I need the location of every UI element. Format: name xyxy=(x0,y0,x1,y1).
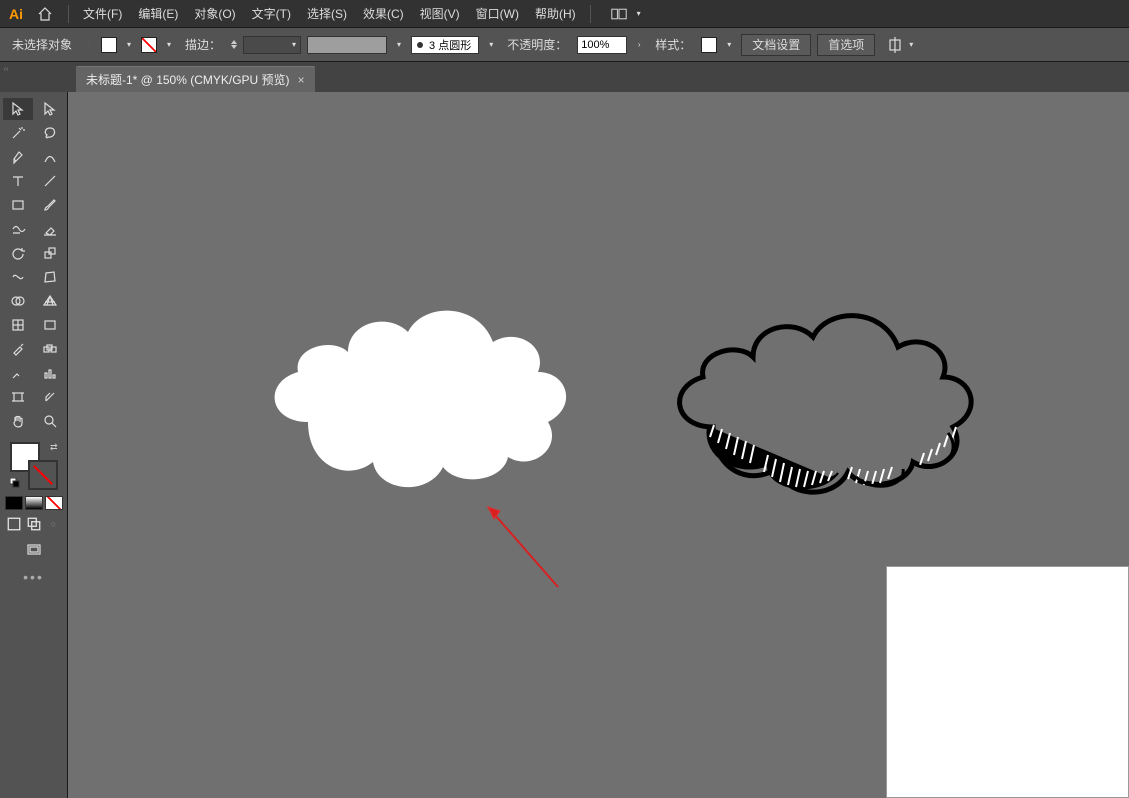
default-colors-icon[interactable] xyxy=(10,478,20,490)
menu-type[interactable]: 文字(T) xyxy=(244,0,299,28)
menu-view[interactable]: 视图(V) xyxy=(412,0,468,28)
draw-normal[interactable] xyxy=(5,516,23,532)
stroke-weight-dropdown[interactable]: ▾ xyxy=(243,36,301,54)
draw-mode-row: ○ xyxy=(5,516,63,532)
shaper-tool[interactable] xyxy=(3,218,33,240)
brush-definition[interactable] xyxy=(307,36,387,54)
paintbrush-tool[interactable] xyxy=(35,194,65,216)
draw-inside[interactable]: ○ xyxy=(45,516,63,532)
width-tool[interactable] xyxy=(3,266,33,288)
red-arrow-annotation xyxy=(478,497,568,597)
color-mode-none[interactable] xyxy=(45,496,63,510)
stroke-style-value[interactable]: 3 点圆形 xyxy=(425,37,475,53)
menu-edit[interactable]: 编辑(E) xyxy=(130,0,186,28)
screen-mode[interactable] xyxy=(26,542,42,561)
opacity-dropdown-icon[interactable]: › xyxy=(633,36,645,54)
menu-select[interactable]: 选择(S) xyxy=(299,0,355,28)
swap-colors-icon[interactable]: ⇄ xyxy=(50,442,58,453)
document-tab-title: 未标题-1* @ 150% (CMYK/GPU 预览) xyxy=(86,71,290,88)
separator xyxy=(590,5,591,23)
shape-builder-tool[interactable] xyxy=(3,290,33,312)
main-area: ⇄ ○ ••• xyxy=(0,92,1129,798)
document-tabs: ‹‹ 未标题-1* @ 150% (CMYK/GPU 预览) × xyxy=(0,62,1129,92)
line-segment-tool[interactable] xyxy=(35,170,65,192)
artboard[interactable] xyxy=(886,566,1129,798)
color-mode-solid[interactable] xyxy=(5,496,23,510)
menu-bar: Ai 文件(F) 编辑(E) 对象(O) 文字(T) 选择(S) 效果(C) 视… xyxy=(0,0,1129,28)
stroke-dropdown-icon[interactable]: ▾ xyxy=(163,36,175,54)
scale-tool[interactable] xyxy=(35,242,65,264)
app-icon[interactable]: Ai xyxy=(4,2,28,26)
fill-dropdown-icon[interactable]: ▾ xyxy=(123,36,135,54)
menu-file[interactable]: 文件(F) xyxy=(75,0,130,28)
stroke-label: 描边： xyxy=(181,36,225,53)
draw-behind[interactable] xyxy=(25,516,43,532)
symbol-sprayer-tool[interactable] xyxy=(3,362,33,384)
preferences-button[interactable]: 首选项 xyxy=(817,34,875,56)
style-dropdown-icon[interactable]: ▾ xyxy=(723,36,735,54)
magic-wand-tool[interactable] xyxy=(3,122,33,144)
white-cloud-shape[interactable] xyxy=(248,272,578,502)
artboard-tool[interactable] xyxy=(3,386,33,408)
blend-tool[interactable] xyxy=(35,338,65,360)
style-label: 样式： xyxy=(651,36,695,53)
document-tab[interactable]: 未标题-1* @ 150% (CMYK/GPU 预览) × xyxy=(76,66,315,92)
pen-tool[interactable] xyxy=(3,146,33,168)
black-outline-cloud-shape[interactable] xyxy=(648,277,998,527)
opacity-input[interactable] xyxy=(577,36,627,54)
perspective-grid-tool[interactable] xyxy=(35,290,65,312)
workspace-switcher[interactable] xyxy=(605,4,633,24)
color-mode-gradient[interactable] xyxy=(25,496,43,510)
type-tool[interactable] xyxy=(3,170,33,192)
hand-tool[interactable] xyxy=(3,410,33,432)
align-control[interactable]: ▾ xyxy=(887,36,917,54)
rotate-tool[interactable] xyxy=(3,242,33,264)
lasso-tool[interactable] xyxy=(35,122,65,144)
menu-window[interactable]: 窗口(W) xyxy=(468,0,527,28)
direct-selection-tool[interactable] xyxy=(35,98,65,120)
eraser-tool[interactable] xyxy=(35,218,65,240)
eyedropper-tool[interactable] xyxy=(3,338,33,360)
home-icon[interactable] xyxy=(34,3,56,25)
opacity-label: 不透明度： xyxy=(503,36,571,53)
gradient-tool[interactable] xyxy=(35,314,65,336)
stroke-color[interactable] xyxy=(28,460,58,490)
selection-tool[interactable] xyxy=(3,98,33,120)
close-icon[interactable]: × xyxy=(298,73,305,87)
color-mode-row xyxy=(5,496,63,510)
toolbox: ⇄ ○ ••• xyxy=(0,92,68,798)
fill-color-swatch[interactable] xyxy=(101,37,117,53)
workspace-dropdown-icon[interactable]: ▾ xyxy=(633,5,645,23)
free-transform-tool[interactable] xyxy=(35,266,65,288)
graphic-style-swatch[interactable] xyxy=(701,37,717,53)
panel-collapse[interactable]: ‹‹ xyxy=(0,62,12,92)
selection-status: 未选择对象 xyxy=(8,36,76,53)
menu-object[interactable]: 对象(O) xyxy=(186,0,243,28)
zoom-tool[interactable] xyxy=(35,410,65,432)
stroke-style-dropdown-icon[interactable]: ▾ xyxy=(485,36,497,54)
canvas[interactable] xyxy=(68,92,1129,798)
rectangle-tool[interactable] xyxy=(3,194,33,216)
brush-dropdown-icon[interactable]: ▾ xyxy=(393,36,405,54)
stroke-color-swatch[interactable] xyxy=(141,37,157,53)
fill-stroke-colors[interactable]: ⇄ xyxy=(10,442,58,490)
menu-help[interactable]: 帮助(H) xyxy=(527,0,584,28)
column-graph-tool[interactable] xyxy=(35,362,65,384)
stroke-weight-stepper[interactable] xyxy=(231,40,237,49)
document-setup-button[interactable]: 文档设置 xyxy=(741,34,811,56)
mesh-tool[interactable] xyxy=(3,314,33,336)
separator xyxy=(68,5,69,23)
edit-toolbar[interactable]: ••• xyxy=(23,569,44,585)
slice-tool[interactable] xyxy=(35,386,65,408)
curvature-tool[interactable] xyxy=(35,146,65,168)
bullet-icon xyxy=(417,42,423,48)
control-bar: 未选择对象 ▾ ▾ 描边： ▾ ▾ 3 点圆形 ▾ 不透明度： › 样式： ▾ … xyxy=(0,28,1129,62)
menu-effect[interactable]: 效果(C) xyxy=(355,0,412,28)
